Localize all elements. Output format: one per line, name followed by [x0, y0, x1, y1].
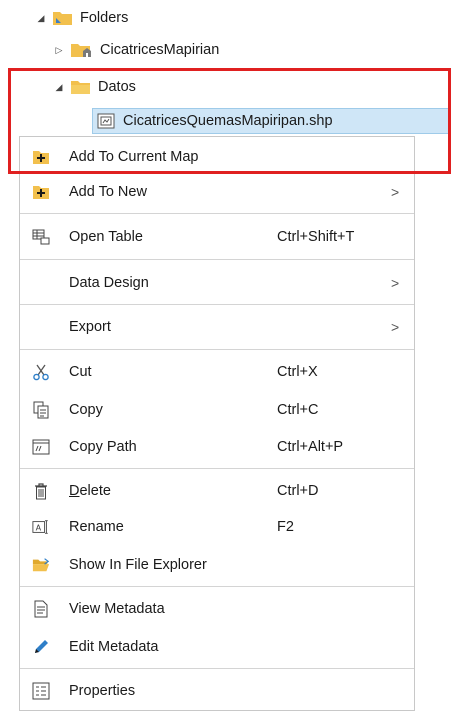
rename-icon: A — [32, 518, 50, 536]
svg-text:A: A — [36, 523, 42, 533]
delete-access-key: D — [69, 483, 80, 499]
menu-export-label: Export — [69, 319, 111, 335]
menu-cut[interactable]: Cut Ctrl+X — [20, 355, 414, 389]
submenu-arrow-icon: > — [391, 319, 400, 335]
submenu-arrow-icon: > — [391, 184, 400, 200]
menu-divider — [20, 586, 414, 587]
expand-arrow-icon[interactable]: ▷ — [52, 45, 66, 56]
menu-copy-shortcut: Ctrl+C — [277, 402, 319, 418]
scissors-icon — [32, 363, 50, 381]
add-data-icon — [32, 148, 50, 166]
menu-divider — [20, 468, 414, 469]
menu-open-table-shortcut: Ctrl+Shift+T — [277, 229, 355, 245]
menu-cut-label: Cut — [69, 364, 92, 380]
copy-icon — [32, 401, 50, 419]
document-icon — [32, 600, 50, 618]
tree-selected-file[interactable]: CicatricesQuemasMapiripan.shp — [92, 108, 451, 134]
tree-datos[interactable]: ◢ Datos — [52, 73, 136, 101]
pencil-icon — [32, 638, 50, 656]
copy-path-icon — [32, 438, 50, 456]
menu-edit-metadata-label: Edit Metadata — [69, 639, 159, 655]
folder-home-icon — [70, 41, 94, 59]
folder-icon — [70, 78, 92, 96]
menu-data-design-label: Data Design — [69, 275, 149, 291]
menu-divider — [20, 213, 414, 214]
trash-icon — [32, 482, 50, 500]
menu-divider — [20, 668, 414, 669]
table-icon — [32, 228, 50, 246]
add-data-icon — [32, 183, 50, 201]
submenu-arrow-icon: > — [391, 275, 400, 291]
menu-show-in-file-explorer[interactable]: Show In File Explorer — [20, 548, 414, 582]
menu-view-metadata-label: View Metadata — [69, 601, 165, 617]
tree-cicatrices-label: CicatricesMapirian — [100, 42, 220, 58]
menu-edit-metadata[interactable]: Edit Metadata — [20, 630, 414, 664]
menu-add-to-new-label: Add To New — [69, 184, 147, 200]
menu-properties[interactable]: Properties — [20, 674, 414, 708]
tree-cicatrices[interactable]: ▷ CicatricesMapirian — [52, 36, 220, 64]
properties-icon — [32, 682, 50, 700]
menu-delete[interactable]: Delete Ctrl+D — [20, 474, 414, 508]
delete-label-rest: elete — [79, 483, 111, 499]
menu-delete-label: Delete — [69, 483, 111, 499]
menu-copy-path-shortcut: Ctrl+Alt+P — [277, 439, 344, 455]
menu-divider — [20, 304, 414, 305]
menu-add-to-current-map-label: Add To Current Map — [69, 149, 199, 165]
folders-icon — [52, 9, 74, 27]
menu-data-design[interactable]: Data Design > — [20, 266, 414, 300]
menu-export[interactable]: Export > — [20, 310, 414, 344]
context-menu: Add To Current Map Add To New > Open Tab… — [19, 136, 415, 711]
menu-add-to-new[interactable]: Add To New > — [20, 175, 414, 209]
shapefile-icon — [97, 113, 115, 129]
tree-folders-label: Folders — [80, 10, 129, 26]
menu-copy-label: Copy — [69, 402, 103, 418]
selected-file-label: CicatricesQuemasMapiripan.shp — [123, 113, 333, 129]
tree-datos-label: Datos — [98, 79, 136, 95]
open-folder-icon — [32, 556, 50, 574]
menu-view-metadata[interactable]: View Metadata — [20, 592, 414, 626]
menu-rename[interactable]: A Rename F2 — [20, 510, 414, 544]
tree-folders[interactable]: ◢ Folders — [34, 4, 129, 32]
menu-delete-shortcut: Ctrl+D — [277, 483, 319, 499]
collapse-arrow-icon[interactable]: ◢ — [52, 82, 66, 93]
menu-add-to-current-map[interactable]: Add To Current Map — [20, 140, 414, 174]
menu-rename-shortcut: F2 — [277, 519, 294, 535]
menu-open-table-label: Open Table — [69, 229, 143, 245]
menu-open-table[interactable]: Open Table Ctrl+Shift+T — [20, 220, 414, 254]
menu-copy-path-label: Copy Path — [69, 439, 137, 455]
collapse-arrow-icon[interactable]: ◢ — [34, 13, 48, 24]
menu-copy-path[interactable]: Copy Path Ctrl+Alt+P — [20, 430, 414, 464]
menu-show-in-file-explorer-label: Show In File Explorer — [69, 557, 207, 573]
menu-cut-shortcut: Ctrl+X — [277, 364, 318, 380]
menu-properties-label: Properties — [69, 683, 136, 699]
menu-copy[interactable]: Copy Ctrl+C — [20, 393, 414, 427]
menu-divider — [20, 349, 414, 350]
menu-divider — [20, 259, 414, 260]
menu-rename-label: Rename — [69, 519, 124, 535]
